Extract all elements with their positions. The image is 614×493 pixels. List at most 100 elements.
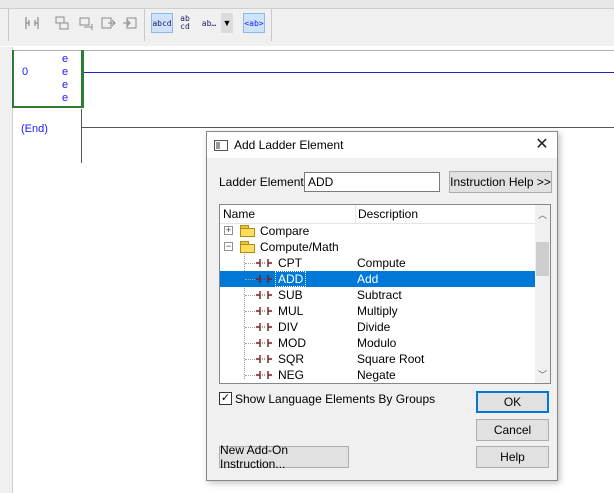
cancel-label: Cancel	[493, 423, 532, 437]
text-format-icon[interactable]: abcd	[151, 13, 173, 33]
instruction-name: SQR	[278, 352, 305, 366]
rung-0-selection[interactable]	[12, 50, 84, 108]
scroll-up-icon[interactable]: ︿	[535, 207, 550, 223]
error-marker: e	[62, 79, 69, 91]
show-groups-checkbox[interactable]: ✓	[219, 392, 232, 405]
ladder-element-value: ADD	[308, 175, 334, 189]
vertical-scrollbar[interactable]: ︿ ﹀	[535, 205, 550, 383]
list-item-add[interactable]: ADD Add	[220, 271, 535, 287]
instruction-icon	[256, 323, 272, 331]
import-icon[interactable]	[120, 13, 140, 33]
chevron-down-icon[interactable]: ▼	[221, 13, 233, 33]
rung-top-border	[12, 50, 614, 51]
instruction-icon	[256, 355, 272, 363]
error-marker: e	[62, 92, 69, 104]
tree-connector	[245, 295, 255, 297]
instruction-name: NEG	[278, 368, 305, 382]
text-ellipsis-label: ab…	[201, 18, 217, 28]
instruction-name: DIV	[278, 320, 299, 334]
instruction-help-button[interactable]: Instruction Help >>	[449, 171, 552, 193]
expand-icon[interactable]: +	[224, 226, 233, 235]
list-item-mod[interactable]: MOD Modulo	[220, 335, 535, 351]
new-aoi-label: New Add-On Instruction...	[220, 443, 289, 471]
column-description-header[interactable]: Description	[358, 207, 418, 221]
scroll-down-icon[interactable]: ﹀	[535, 367, 550, 383]
list-item-mul[interactable]: MUL Multiply	[220, 303, 535, 319]
help-button[interactable]: Help	[476, 446, 549, 468]
rung-icon[interactable]	[22, 13, 42, 33]
scroll-thumb[interactable]	[536, 242, 549, 276]
instruction-description: Negate	[357, 368, 396, 382]
open-folder-icon	[240, 241, 256, 253]
toolbar-separator	[271, 9, 272, 41]
ladder-element-input[interactable]: ADD	[304, 172, 440, 192]
editor-gutter	[0, 47, 13, 493]
instruction-description: Add	[357, 272, 379, 286]
instruction-help-label: Instruction Help >>	[450, 175, 551, 189]
instruction-icon	[256, 339, 272, 347]
ladder-element-label: Ladder Element:	[219, 175, 308, 189]
instruction-description: Multiply	[357, 304, 398, 318]
instruction-description: Compute	[357, 256, 406, 270]
dialog-titlebar[interactable]: Add Ladder Element ✕	[207, 132, 557, 158]
branch-level-icon[interactable]	[76, 13, 96, 33]
list-item-div[interactable]: DIV Divide	[220, 319, 535, 335]
export-icon[interactable]	[98, 13, 118, 33]
rung-number: 0	[22, 66, 29, 78]
error-marker: e	[62, 66, 69, 78]
column-name-header[interactable]: Name	[223, 207, 255, 221]
instruction-tree[interactable]: Name Description + Compare − Compute/Mat…	[219, 204, 551, 384]
tree-connector	[245, 263, 255, 265]
text-stacked-icon[interactable]: ab cd	[175, 13, 195, 33]
rung-wire	[84, 72, 614, 73]
instruction-description: Modulo	[357, 336, 397, 350]
close-icon[interactable]: ✕	[532, 135, 552, 155]
instruction-description: Subtract	[357, 288, 402, 302]
toolbar-top-strip	[0, 0, 614, 9]
instruction-name: MOD	[278, 336, 306, 350]
power-rail	[81, 109, 82, 163]
tree-connector	[245, 327, 255, 329]
dialog-title: Add Ladder Element	[234, 138, 344, 152]
text-ellipsis-icon[interactable]: ab…	[198, 13, 220, 33]
list-header: Name Description	[220, 205, 535, 224]
instruction-icon	[256, 275, 272, 283]
tree-rows: + Compare − Compute/Math CPT Compute ADD	[220, 223, 535, 383]
toolbar-separator	[144, 9, 145, 41]
column-divider[interactable]	[355, 205, 356, 223]
instruction-name: ADD	[274, 271, 307, 287]
new-add-on-instruction-button[interactable]: New Add-On Instruction...	[219, 443, 349, 471]
help-label: Help	[500, 450, 525, 464]
instruction-name: SUB	[278, 288, 303, 302]
tree-connector	[245, 343, 255, 345]
tree-connector	[245, 279, 255, 281]
text-format-label: abcd	[152, 18, 172, 28]
list-item-neg[interactable]: NEG Negate	[220, 367, 535, 383]
tag-icon[interactable]: <ab>	[243, 13, 265, 33]
end-rung-label: (End)	[21, 123, 48, 135]
ok-label: OK	[503, 395, 522, 409]
end-rung-wire	[82, 127, 614, 128]
ok-button[interactable]: OK	[476, 391, 549, 413]
instruction-icon	[256, 291, 272, 299]
instruction-description: Divide	[357, 320, 391, 334]
tree-folder-compare[interactable]: + Compare	[220, 223, 535, 239]
tree-connector	[245, 359, 255, 361]
toolbar-separator	[8, 9, 9, 41]
ladder-toolbar: abcd ab cd ab… ▼ <ab>	[0, 0, 614, 46]
list-item-sqr[interactable]: SQR Square Root	[220, 351, 535, 367]
branch-icon[interactable]	[52, 13, 72, 33]
collapse-icon[interactable]: −	[224, 242, 233, 251]
instruction-icon	[256, 259, 272, 267]
text-stacked-label: ab cd	[180, 14, 190, 31]
folder-label: Compare	[260, 224, 310, 238]
instruction-name: CPT	[278, 256, 302, 270]
list-item-cpt[interactable]: CPT Compute	[220, 255, 535, 271]
tree-folder-compute-math[interactable]: − Compute/Math	[220, 239, 535, 255]
list-item-sub[interactable]: SUB Subtract	[220, 287, 535, 303]
folder-label: Compute/Math	[260, 240, 339, 254]
show-groups-label[interactable]: Show Language Elements By Groups	[235, 392, 435, 406]
cancel-button[interactable]: Cancel	[476, 419, 549, 441]
instruction-description: Square Root	[357, 352, 425, 366]
tree-connector	[245, 375, 255, 377]
